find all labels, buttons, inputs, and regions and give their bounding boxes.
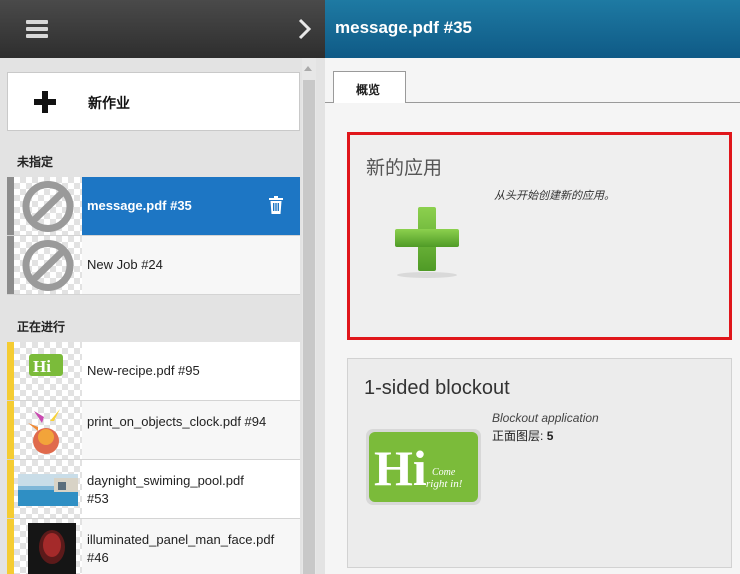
job-thumbnail	[14, 460, 82, 518]
trash-icon[interactable]	[269, 196, 283, 214]
page-title: message.pdf #35	[335, 18, 473, 37]
job-thumbnail	[14, 401, 82, 459]
scroll-up-arrow-icon[interactable]	[304, 66, 312, 71]
sidebar-scrollbar[interactable]	[302, 58, 316, 574]
job-thumbnail: Hi	[14, 342, 82, 400]
new-application-card[interactable]: 新的应用 从头开始创建新的应用。	[347, 132, 732, 340]
plus-icon	[34, 91, 56, 113]
svg-text:Hi: Hi	[33, 357, 51, 376]
no-image-icon	[22, 181, 74, 232]
job-thumbnail	[14, 177, 82, 235]
job-thumbnail	[14, 519, 82, 574]
job-status-bar	[7, 460, 14, 518]
new-application-title: 新的应用	[366, 157, 443, 179]
main-panel: message.pdf #35 概览 新的应用 从头开始创建新的应用。 1-si…	[325, 0, 740, 574]
menu-icon[interactable]	[26, 20, 48, 38]
new-job-button[interactable]: 新作业	[7, 72, 300, 131]
sidebar-toolbar	[0, 0, 325, 58]
job-name: New Job #24	[87, 257, 163, 272]
recipe-card-1-sided-blockout[interactable]: 1-sided blockout Blockout application 正面…	[347, 358, 732, 568]
hi-logo-thumbnail: Hi	[29, 354, 63, 376]
no-image-icon	[22, 240, 74, 291]
section-in-progress: 正在进行	[17, 320, 66, 334]
tab-label: 概览	[356, 83, 381, 97]
pool-image	[18, 474, 78, 506]
recipe-title: 1-sided blockout	[364, 377, 510, 399]
sidebar: 新作业 未指定 message.pdf #35 New Job #24 正在进行…	[0, 0, 325, 574]
job-status-bar	[7, 177, 14, 235]
job-name: print_on_objects_clock.pdf #94	[87, 414, 267, 429]
recipe-layers: 正面图层: 5	[492, 427, 553, 444]
new-job-label: 新作业	[88, 95, 130, 111]
job-item-message-pdf[interactable]: message.pdf #35	[7, 177, 300, 236]
section-unassigned: 未指定	[17, 155, 54, 169]
new-application-description: 从头开始创建新的应用。	[494, 190, 615, 202]
job-item-illuminated-panel[interactable]: illuminated_panel_man_face.pdf #46	[7, 519, 300, 574]
hi-logo-tagline-2: right in!	[426, 478, 463, 490]
hi-logo-tagline-1: Come	[432, 467, 456, 478]
job-status-bar	[7, 342, 14, 400]
hi-logo-image: Hi Come right in!	[366, 429, 481, 505]
job-list: 新作业 未指定 message.pdf #35 New Job #24 正在进行…	[0, 58, 325, 574]
job-status-bar	[7, 401, 14, 459]
job-name: New-recipe.pdf #95	[87, 363, 200, 378]
hi-logo-text: Hi	[374, 440, 427, 496]
green-plus-icon	[395, 207, 459, 278]
chevron-right-icon[interactable]	[294, 16, 314, 42]
job-item-print-on-objects[interactable]: print_on_objects_clock.pdf #94	[7, 401, 300, 460]
job-name: message.pdf #35	[87, 198, 192, 213]
main-header: message.pdf #35	[325, 0, 740, 58]
scrollbar-thumb[interactable]	[303, 80, 315, 574]
job-status-bar	[7, 519, 14, 574]
recipe-layers-value: 5	[546, 429, 554, 443]
job-name: illuminated_panel_man_face.pdf #46	[87, 532, 275, 565]
butterfly-image	[28, 409, 60, 454]
job-item-daynight-pool[interactable]: daynight_swiming_pool.pdf #53	[7, 460, 300, 519]
job-name: daynight_swiming_pool.pdf #53	[87, 473, 244, 506]
job-thumbnail	[14, 236, 82, 294]
job-status-bar	[7, 236, 14, 294]
job-item-new-job[interactable]: New Job #24	[7, 236, 300, 295]
man-face-image	[28, 523, 76, 574]
recipe-subtitle: Blockout application	[492, 411, 599, 425]
recipe-layers-label: 正面图层:	[492, 429, 544, 443]
tab-overview[interactable]: 概览	[333, 71, 406, 103]
job-item-new-recipe[interactable]: Hi New-recipe.pdf #95	[7, 342, 300, 401]
